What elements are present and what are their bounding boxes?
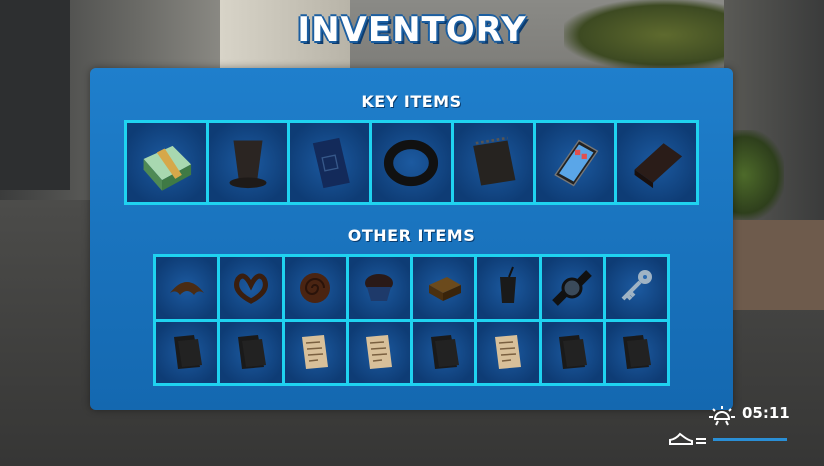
other-item-slot[interactable] (413, 257, 475, 319)
cupcake-icon (365, 273, 394, 301)
key-item-slot[interactable] (290, 123, 370, 202)
stamina-bar (713, 438, 787, 441)
inventory-panel: KEY ITEMS OTHER ITEMS (90, 68, 733, 410)
passport-icon (312, 137, 350, 188)
inventory-title: INVENTORY (297, 10, 527, 50)
key-item-slot[interactable] (535, 123, 615, 202)
key-items-grid (124, 120, 699, 205)
key-item-slot[interactable] (453, 123, 533, 202)
key-item-slot[interactable] (127, 123, 206, 202)
key-item-slot[interactable] (617, 123, 696, 202)
cake-slice-icon (428, 276, 461, 301)
other-item-slot[interactable] (605, 321, 667, 383)
time-display: 05:11 (742, 404, 790, 422)
other-item-slot[interactable] (413, 321, 475, 383)
top-hat-icon (229, 140, 267, 188)
drink-cup-icon (499, 266, 516, 303)
other-item-slot[interactable] (477, 257, 539, 319)
paper-note-icon (366, 335, 393, 370)
other-item-slot[interactable] (220, 257, 282, 319)
money-stack-icon (143, 145, 192, 191)
other-items-heading: OTHER ITEMS (347, 226, 476, 245)
other-item-slot[interactable] (156, 321, 218, 383)
other-item-slot[interactable] (284, 257, 346, 319)
dark-note-icon (430, 335, 459, 370)
ring-icon (384, 139, 439, 186)
dark-note-icon (237, 335, 266, 370)
key-icon (621, 269, 653, 301)
other-item-slot[interactable] (284, 321, 346, 383)
other-item-slot[interactable] (605, 257, 667, 319)
chocolate-bar-icon (634, 142, 682, 188)
other-item-slot[interactable] (477, 321, 539, 383)
other-item-slot[interactable] (541, 321, 603, 383)
shoe-icon (669, 432, 706, 445)
other-item-slot[interactable] (541, 257, 603, 319)
notepad-icon (473, 136, 516, 185)
pretzel-icon (233, 273, 268, 304)
dark-note-icon (623, 335, 652, 370)
croissant-icon (169, 281, 204, 295)
paper-note-icon (494, 335, 521, 370)
dark-note-icon (559, 335, 588, 370)
other-item-slot[interactable] (348, 257, 410, 319)
paper-note-icon (302, 335, 329, 370)
other-item-slot[interactable] (220, 321, 282, 383)
background-planter (730, 220, 824, 310)
tablet-icon (554, 139, 599, 186)
cinnamon-roll-icon (300, 272, 331, 303)
other-item-slot[interactable] (348, 321, 410, 383)
key-items-heading: KEY ITEMS (361, 92, 462, 111)
dark-note-icon (173, 335, 202, 370)
key-item-slot[interactable] (208, 123, 288, 202)
sun-icon (709, 406, 735, 426)
other-item-slot[interactable] (156, 257, 218, 319)
other-items-grid (153, 254, 670, 386)
wristwatch-icon (552, 269, 592, 306)
key-item-slot[interactable] (372, 123, 451, 202)
